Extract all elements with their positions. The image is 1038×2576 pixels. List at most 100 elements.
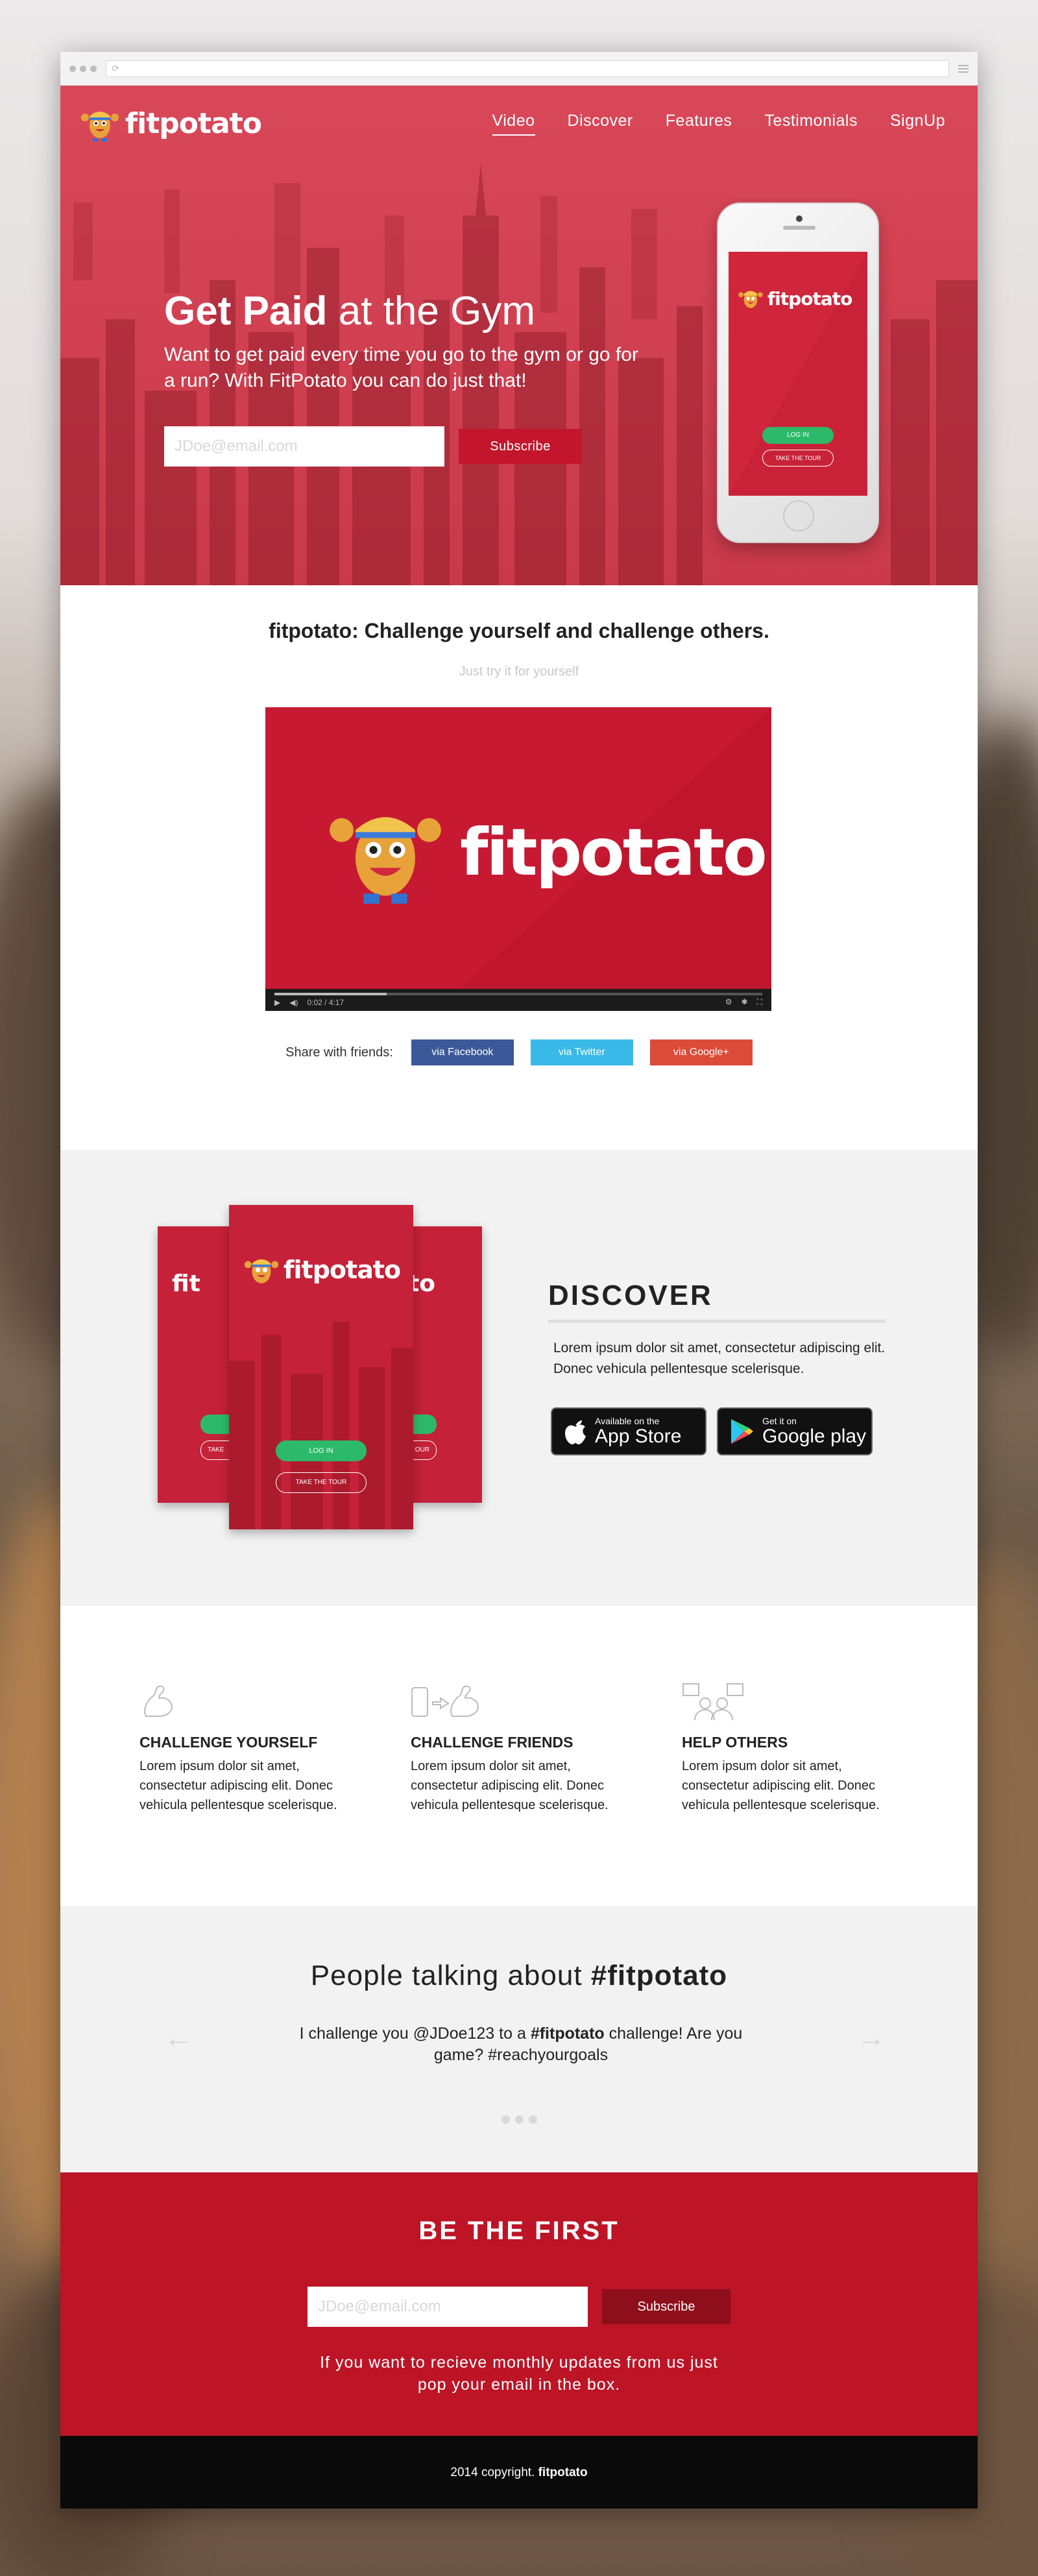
browser-window: ⟳ fitpotato Video Discover Features Test…: [60, 52, 978, 2509]
app-screen-card-center: fitpotato LOG IN TAKE THE TOUR: [229, 1205, 413, 1529]
discover-text: Lorem ipsum dolor sit amet, consectetur …: [553, 1341, 886, 1376]
hero-email-input[interactable]: [164, 426, 444, 467]
nav-link-video[interactable]: Video: [492, 112, 535, 136]
hero-subtitle: Want to get paid every time you go to th…: [164, 344, 638, 391]
testimonial-quote: I challenge you @JDoe123 to a #fitpotato…: [274, 2023, 767, 2066]
share-twitter-button[interactable]: via Twitter: [530, 1039, 633, 1065]
carousel-dot[interactable]: [528, 2115, 537, 2124]
reload-icon[interactable]: ⟳: [112, 63, 119, 74]
video-title-rest: Challenge yourself and challenge others.: [358, 619, 769, 642]
app-store-button[interactable]: Available on the App Store: [551, 1407, 706, 1455]
phone-login-button[interactable]: LOG IN: [762, 427, 834, 444]
hero-title-bold: Get Paid: [164, 289, 328, 334]
footer-brand: fitpotato: [538, 2466, 588, 2479]
testimonials-title: People talking about #fitpotato: [60, 1960, 978, 1992]
video-section-subtitle: Just try it for yourself: [459, 664, 579, 679]
signup-subscribe-button[interactable]: Subscribe: [602, 2289, 730, 2324]
carousel-dot[interactable]: [514, 2115, 524, 2124]
phone-screen-logo: fitpotato: [738, 286, 852, 311]
signup-note-text: If you want to recieve monthly updates f…: [320, 2353, 718, 2394]
google-play-small: Get it on: [762, 1416, 797, 1426]
people-chat-icon: [682, 1683, 743, 1721]
share-bar: Share with friends: via Facebook via Twi…: [60, 1039, 978, 1065]
phone-arm-icon: [411, 1685, 479, 1717]
card-tour-end: OUR: [411, 1440, 437, 1460]
carousel-dots: [60, 2115, 978, 2124]
hero-subscribe-button[interactable]: Subscribe: [459, 429, 582, 464]
quote-part-a: I challenge you @JDoe123 to a: [299, 2024, 531, 2043]
signup-note: If you want to recieve monthly updates f…: [60, 2351, 978, 2396]
signup-email-input[interactable]: [308, 2287, 588, 2327]
potato-mascot-icon: [244, 1259, 279, 1283]
footer: 2014 copyright. fitpotato: [60, 2436, 978, 2509]
card-brand-name: fitpotato: [284, 1256, 401, 1284]
discover-title: DISCOVER: [548, 1280, 713, 1311]
nav-link-features[interactable]: Features: [666, 112, 732, 136]
browser-toolbar: ⟳: [60, 52, 978, 86]
feature-title: CHALLENGE FRIENDS: [411, 1734, 573, 1751]
arrow-right-icon[interactable]: →: [857, 2022, 886, 2054]
brand-logo[interactable]: fitpotato: [80, 103, 262, 143]
video-title-bold: fitpotato:: [269, 619, 359, 642]
phone-tour-button[interactable]: TAKE THE TOUR: [762, 450, 834, 467]
testimonials-section: People talking about #fitpotato ← I chal…: [60, 1906, 978, 2172]
video-brand-name: fitpotato: [460, 814, 767, 890]
potato-mascot-icon: [81, 112, 119, 141]
address-bar[interactable]: ⟳: [106, 60, 949, 77]
card-logo: fitpotato: [243, 1252, 401, 1288]
nav-link-discover[interactable]: Discover: [568, 112, 633, 136]
apple-icon: [565, 1420, 586, 1444]
share-google-button[interactable]: via Google+: [649, 1039, 753, 1065]
feature-text: Lorem ipsum dolor sit amet, consectetur …: [682, 1759, 880, 1812]
hero-title: Get Paid at the Gym: [164, 288, 535, 334]
hero-title-rest: at the Gym: [327, 289, 535, 334]
google-play-icon: [731, 1419, 753, 1444]
video-player[interactable]: fitpotato ▶ ◀) 0:02 / 4:17 ⚙ ✱ ⛶: [265, 707, 771, 1011]
carousel-dot[interactable]: [501, 2115, 510, 2124]
hero-signup-form: Subscribe: [164, 426, 582, 467]
features-section: CHALLENGE YOURSELF Lorem ipsum dolor sit…: [60, 1606, 978, 1906]
feature-challenge-friends: CHALLENGE FRIENDS Lorem ipsum dolor sit …: [411, 1683, 631, 1815]
gear-icon[interactable]: ✱: [742, 997, 748, 1007]
card-login-button[interactable]: LOG IN: [276, 1440, 367, 1461]
google-play-button[interactable]: Get it on Google play: [717, 1407, 873, 1455]
hero-section: fitpotato Video Discover Features Testim…: [60, 86, 978, 585]
google-play-big: Google play: [762, 1426, 867, 1447]
video-brand-logo: fitpotato: [324, 790, 767, 914]
video-section-title: fitpotato: Challenge yourself and challe…: [60, 619, 978, 643]
feature-help-others: HELP OTHERS Lorem ipsum dolor sit amet, …: [682, 1683, 902, 1815]
feature-title: HELP OTHERS: [682, 1734, 788, 1751]
phone-camera: [796, 215, 803, 222]
fullscreen-icon[interactable]: ⛶: [757, 997, 762, 1007]
window-controls[interactable]: [69, 65, 97, 72]
arrow-left-icon[interactable]: ←: [164, 2022, 193, 2054]
store-buttons: Available on the App Store Get it on Googl…: [551, 1407, 873, 1455]
nav-link-signup[interactable]: SignUp: [890, 112, 945, 136]
hamburger-menu-icon[interactable]: [958, 64, 969, 73]
quote-hashtag: #fitpotato: [530, 2024, 605, 2043]
brand-name: fitpotato: [125, 106, 262, 140]
volume-icon[interactable]: ◀): [289, 998, 298, 1007]
nav-link-testimonials[interactable]: Testimonials: [764, 112, 858, 136]
share-label: Share with friends:: [285, 1045, 393, 1060]
potato-mascot-icon: [738, 291, 763, 308]
share-facebook-button[interactable]: via Facebook: [411, 1039, 514, 1065]
card-brand-short: fit: [172, 1270, 200, 1297]
discover-section: fit TAKE to OUR fitpotato LOG IN TAKE TH…: [60, 1150, 978, 1606]
nav-links: Video Discover Features Testimonials Sig…: [492, 112, 945, 136]
app-store-big: App Store: [595, 1426, 682, 1447]
settings-icon[interactable]: ⚙: [725, 997, 732, 1007]
feature-text: Lorem ipsum dolor sit amet, consectetur …: [411, 1759, 609, 1812]
discover-divider: [548, 1320, 886, 1323]
phone-screen: fitpotato LOG IN TAKE THE TOUR: [729, 252, 867, 496]
video-controls: ▶ ◀) 0:02 / 4:17 ⚙ ✱ ⛶: [265, 989, 771, 1011]
testimonials-title-rest: People talking about: [310, 1960, 591, 1991]
signup-section: BE THE FIRST Subscribe If you want to re…: [60, 2172, 978, 2436]
play-icon[interactable]: ▶: [274, 998, 280, 1007]
feature-challenge-yourself: CHALLENGE YOURSELF Lorem ipsum dolor sit…: [139, 1683, 360, 1815]
footer-copyright: 2014 copyright.: [450, 2466, 538, 2479]
phone-speaker: [783, 226, 815, 230]
card-tour-button[interactable]: TAKE THE TOUR: [276, 1472, 367, 1493]
feature-title: CHALLENGE YOURSELF: [139, 1734, 318, 1751]
video-progress-bar[interactable]: [274, 993, 762, 995]
